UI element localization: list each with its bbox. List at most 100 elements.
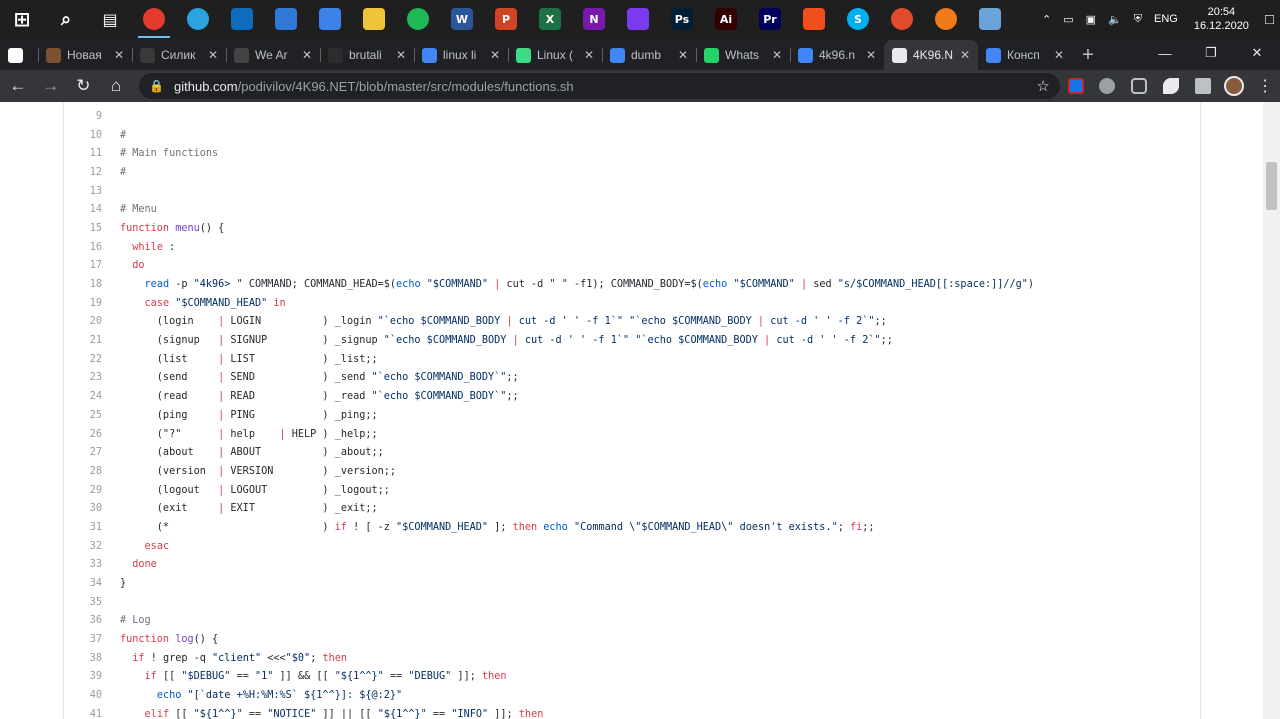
chrome-icon[interactable] — [132, 0, 176, 38]
figma-icon[interactable] — [792, 0, 836, 38]
back-button[interactable]: ← — [3, 72, 33, 100]
bookmark-star-icon[interactable]: ☆ — [1036, 77, 1049, 95]
lock-icon[interactable]: 🔒 — [149, 79, 164, 93]
fl-studio-icon[interactable] — [924, 0, 968, 38]
notifications-icon[interactable]: □ — [1259, 0, 1280, 38]
browser-tab[interactable]: linux li ✕ — [414, 40, 508, 70]
line-number[interactable]: 13 — [64, 186, 102, 197]
clock[interactable]: 20:54 16.12.2020 — [1184, 5, 1259, 33]
chrome-menu-icon[interactable]: ⋮ — [1250, 76, 1280, 96]
line-number[interactable]: 9 — [64, 111, 102, 122]
line-number[interactable]: 32 — [64, 541, 102, 552]
telegram-icon[interactable] — [176, 0, 220, 38]
windows-start-icon[interactable]: ⊞ — [0, 0, 44, 38]
browser-tab[interactable]: Новая ✕ — [38, 40, 132, 70]
line-number[interactable]: 41 — [64, 709, 102, 719]
new-tab-button[interactable]: + — [1072, 40, 1104, 70]
todo-icon[interactable] — [308, 0, 352, 38]
app-icon[interactable] — [880, 0, 924, 38]
excel-icon[interactable]: X — [528, 0, 572, 38]
line-number[interactable]: 23 — [64, 372, 102, 383]
line-number[interactable]: 21 — [64, 335, 102, 346]
tab-close-icon[interactable]: ✕ — [960, 48, 970, 62]
line-number[interactable]: 30 — [64, 503, 102, 514]
scrollbar-thumb[interactable] — [1266, 162, 1277, 210]
line-number[interactable]: 36 — [64, 615, 102, 626]
extension-ublock-icon[interactable] — [1060, 72, 1092, 100]
line-number[interactable]: 40 — [64, 690, 102, 701]
forward-button[interactable]: → — [36, 72, 66, 100]
onenote-icon[interactable]: N — [572, 0, 616, 38]
line-number[interactable]: 11 — [64, 148, 102, 159]
chevron-up-icon[interactable]: ⌃ — [1036, 0, 1057, 38]
browser-tab[interactable]: 4k96.n ✕ — [790, 40, 884, 70]
line-number[interactable]: 38 — [64, 653, 102, 664]
line-number[interactable]: 35 — [64, 597, 102, 608]
browser-tab[interactable]: Whats ✕ — [696, 40, 790, 70]
line-number[interactable]: 37 — [64, 634, 102, 645]
browser-tab[interactable]: We Ar ✕ — [226, 40, 320, 70]
word-icon[interactable]: W — [440, 0, 484, 38]
powerpoint-icon[interactable]: P — [484, 0, 528, 38]
obsidian-icon[interactable] — [616, 0, 660, 38]
browser-tab[interactable] — [0, 40, 38, 70]
extension-feather-icon[interactable] — [1155, 72, 1187, 100]
line-number[interactable]: 15 — [64, 223, 102, 234]
line-number[interactable]: 22 — [64, 354, 102, 365]
spotify-icon[interactable] — [396, 0, 440, 38]
illustrator-icon[interactable]: Ai — [704, 0, 748, 38]
line-number[interactable]: 17 — [64, 260, 102, 271]
line-number[interactable]: 18 — [64, 279, 102, 290]
extension-cloud-icon[interactable] — [1092, 72, 1124, 100]
tab-close-icon[interactable]: ✕ — [302, 48, 312, 62]
task-view-icon[interactable]: ▤ — [88, 0, 132, 38]
home-button[interactable]: ⌂ — [101, 72, 131, 100]
volume-icon[interactable]: 🔈 — [1102, 0, 1128, 38]
browser-tab[interactable]: Силик ✕ — [132, 40, 226, 70]
browser-tab[interactable]: 4K96.N ✕ — [884, 40, 978, 70]
line-number[interactable]: 28 — [64, 466, 102, 477]
line-number[interactable]: 34 — [64, 578, 102, 589]
line-number[interactable]: 29 — [64, 485, 102, 496]
tab-close-icon[interactable]: ✕ — [490, 48, 500, 62]
line-number[interactable]: 39 — [64, 671, 102, 682]
line-number[interactable]: 12 — [64, 167, 102, 178]
tab-close-icon[interactable]: ✕ — [866, 48, 876, 62]
close-icon[interactable]: ✕ — [1234, 38, 1280, 68]
search-icon[interactable]: ⌕ — [44, 0, 88, 38]
line-number[interactable]: 10 — [64, 130, 102, 141]
network-icon[interactable]: ▣ — [1080, 0, 1102, 38]
tab-close-icon[interactable]: ✕ — [1054, 48, 1064, 62]
address-bar[interactable]: 🔒 github.com/podivilov/4K96.NET/blob/mas… — [139, 73, 1060, 99]
extension-pocket-icon[interactable] — [1123, 72, 1155, 100]
restore-icon[interactable]: ❐ — [1188, 38, 1234, 68]
profile-avatar[interactable] — [1219, 72, 1251, 100]
tab-close-icon[interactable]: ✕ — [772, 48, 782, 62]
line-number[interactable]: 14 — [64, 204, 102, 215]
line-number[interactable]: 25 — [64, 410, 102, 421]
line-number[interactable]: 27 — [64, 447, 102, 458]
calendar-icon[interactable] — [264, 0, 308, 38]
reload-button[interactable]: ↻ — [69, 72, 99, 100]
browser-tab[interactable]: Linux (✕ — [508, 40, 602, 70]
minimize-icon[interactable]: — — [1142, 38, 1188, 68]
browser-tab[interactable]: Консп ✕ — [978, 40, 1072, 70]
page-scrollbar[interactable] — [1263, 102, 1280, 719]
skype-icon[interactable]: S — [836, 0, 880, 38]
file-explorer-icon[interactable] — [352, 0, 396, 38]
line-number[interactable]: 19 — [64, 298, 102, 309]
tab-close-icon[interactable]: ✕ — [208, 48, 218, 62]
photoshop-icon[interactable]: Ps — [660, 0, 704, 38]
tab-close-icon[interactable]: ✕ — [396, 48, 406, 62]
shield-icon[interactable]: ⛨ — [1128, 0, 1148, 38]
line-number[interactable]: 26 — [64, 429, 102, 440]
browser-tab[interactable]: dumb ✕ — [602, 40, 696, 70]
tab-close-icon[interactable]: ✕ — [584, 48, 594, 62]
browser-tab[interactable]: brutali ✕ — [320, 40, 414, 70]
language-indicator[interactable]: ENG — [1148, 0, 1184, 38]
line-number[interactable]: 16 — [64, 242, 102, 253]
line-number[interactable]: 24 — [64, 391, 102, 402]
line-number[interactable]: 20 — [64, 316, 102, 327]
notes-app-icon[interactable] — [968, 0, 1012, 38]
tab-close-icon[interactable]: ✕ — [678, 48, 688, 62]
